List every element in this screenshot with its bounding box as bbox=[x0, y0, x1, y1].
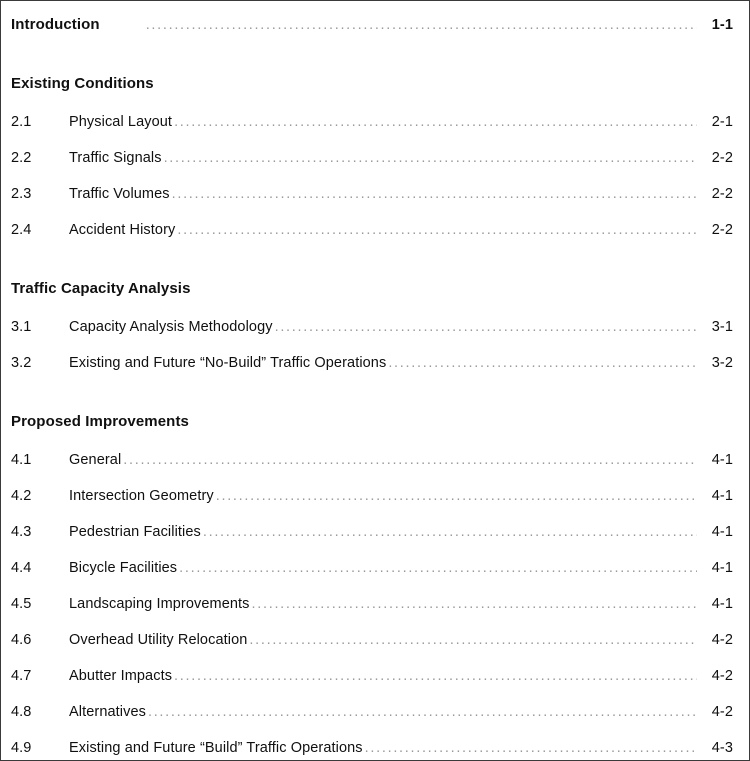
toc-section-row[interactable]: 4.2 Intersection Geometry 4-1 bbox=[11, 488, 733, 505]
toc-entry-page-number: 3-2 bbox=[711, 355, 733, 371]
toc-dot-leader bbox=[252, 597, 697, 613]
toc-section-row[interactable]: 2.2 Traffic Signals 2-2 bbox=[11, 150, 733, 167]
toc-entry-number: 4.4 bbox=[11, 560, 32, 576]
toc-entry-page-number: 1-1 bbox=[711, 17, 733, 33]
toc-chapter-row[interactable]: Traffic Capacity Analysis bbox=[11, 277, 733, 297]
toc-entry-page-number: 4-2 bbox=[711, 668, 733, 684]
toc-dot-leader bbox=[216, 489, 697, 505]
toc-entry-page-number: 2-2 bbox=[711, 186, 733, 202]
toc-dot-leader bbox=[146, 18, 697, 34]
toc-entry-title[interactable]: Traffic Signals bbox=[69, 150, 162, 166]
toc-entry-number: 2.4 bbox=[11, 222, 32, 238]
toc-section-row[interactable]: 2.3 Traffic Volumes 2-2 bbox=[11, 186, 733, 203]
toc-entry-title[interactable]: Traffic Capacity Analysis bbox=[11, 280, 191, 297]
toc-entry-page-number: 4-2 bbox=[711, 704, 733, 720]
toc-entry-page-number: 4-1 bbox=[711, 488, 733, 504]
toc-section-row[interactable]: 4.7 Abutter Impacts 4-2 bbox=[11, 668, 733, 685]
toc-chapter-row[interactable]: Introduction 1-1 bbox=[11, 16, 733, 34]
toc-entry-title[interactable]: Traffic Volumes bbox=[69, 186, 170, 202]
toc-entry-title[interactable]: Physical Layout bbox=[69, 114, 172, 130]
toc-entry-title[interactable]: Pedestrian Facilities bbox=[69, 524, 201, 540]
toc-entry-page-number: 4-3 bbox=[711, 740, 733, 756]
toc-entry-page-number: 4-1 bbox=[711, 452, 733, 468]
toc-section-row[interactable]: 4.8 Alternatives 4-2 bbox=[11, 704, 733, 721]
toc-dot-leader bbox=[177, 223, 697, 239]
toc-entry-title[interactable]: General bbox=[69, 452, 121, 468]
toc-list: Introduction 1-1 Existing Conditions 2.1 Phy… bbox=[1, 1, 749, 760]
toc-entry-page-number: 2-1 bbox=[711, 114, 733, 130]
toc-page: Introduction 1-1 Existing Conditions 2.1 Phy… bbox=[0, 0, 750, 761]
toc-entry-number: 3.2 bbox=[11, 355, 32, 371]
toc-entry-number: 4.7 bbox=[11, 668, 32, 684]
toc-chapter-row[interactable]: Proposed Improvements bbox=[11, 410, 733, 430]
toc-entry-title[interactable]: Accident History bbox=[69, 222, 175, 238]
toc-entry-page-number: 2-2 bbox=[711, 222, 733, 238]
toc-entry-number: 4.2 bbox=[11, 488, 32, 504]
toc-dot-leader bbox=[174, 669, 697, 685]
toc-entry-title[interactable]: Existing and Future “No-Build” Traffic O… bbox=[69, 355, 386, 371]
toc-dot-leader bbox=[164, 151, 697, 167]
toc-entry-number: 4.6 bbox=[11, 632, 32, 648]
toc-entry-page-number: 4-1 bbox=[711, 560, 733, 576]
toc-section-row[interactable]: 3.2 Existing and Future “No-Build” Traffi… bbox=[11, 355, 733, 372]
toc-entry-number: 4.9 bbox=[11, 740, 32, 756]
toc-entry-title[interactable]: Overhead Utility Relocation bbox=[69, 632, 247, 648]
toc-dot-leader bbox=[123, 453, 697, 469]
toc-entry-number: 4.3 bbox=[11, 524, 32, 540]
toc-entry-page-number: 4-1 bbox=[711, 596, 733, 612]
toc-dot-leader bbox=[148, 705, 697, 721]
toc-entry-title[interactable]: Bicycle Facilities bbox=[69, 560, 177, 576]
toc-entry-number: 4.1 bbox=[11, 452, 32, 468]
toc-entry-title[interactable]: Introduction bbox=[11, 16, 144, 33]
toc-entry-title[interactable]: Proposed Improvements bbox=[11, 413, 189, 430]
toc-dot-leader bbox=[193, 277, 697, 293]
toc-entry-title[interactable]: Landscaping Improvements bbox=[69, 596, 250, 612]
toc-entry-title[interactable]: Existing and Future “Build” Traffic Oper… bbox=[69, 740, 363, 756]
toc-entry-title[interactable]: Abutter Impacts bbox=[69, 668, 172, 684]
toc-dot-leader bbox=[179, 561, 697, 577]
toc-section-row[interactable]: 4.1 General 4-1 bbox=[11, 452, 733, 469]
toc-entry-number: 2.1 bbox=[11, 114, 32, 130]
toc-section-row[interactable]: 2.1 Physical Layout 2-1 bbox=[11, 114, 733, 131]
toc-entry-number: 2.3 bbox=[11, 186, 32, 202]
toc-entry-number: 3.1 bbox=[11, 319, 32, 335]
toc-dot-leader bbox=[249, 633, 697, 649]
toc-dot-leader bbox=[156, 72, 697, 88]
toc-dot-leader bbox=[191, 410, 697, 426]
toc-section-row[interactable]: 4.3 Pedestrian Facilities 4-1 bbox=[11, 524, 733, 541]
toc-dot-leader bbox=[388, 356, 697, 372]
toc-entry-number: 2.2 bbox=[11, 150, 32, 166]
toc-section-row[interactable]: 4.9 Existing and Future “Build” Traffic O… bbox=[11, 740, 733, 757]
toc-entry-title[interactable]: Capacity Analysis Methodology bbox=[69, 319, 273, 335]
toc-entry-page-number: 3-1 bbox=[711, 319, 733, 335]
toc-entry-number: 4.8 bbox=[11, 704, 32, 720]
toc-section-row[interactable]: 2.4 Accident History 2-2 bbox=[11, 222, 733, 239]
toc-entry-title[interactable]: Alternatives bbox=[69, 704, 146, 720]
toc-entry-page-number: 2-2 bbox=[711, 150, 733, 166]
toc-section-row[interactable]: 4.6 Overhead Utility Relocation 4-2 bbox=[11, 632, 733, 649]
toc-section-row[interactable]: 3.1 Capacity Analysis Methodology 3-1 bbox=[11, 319, 733, 336]
toc-entry-page-number: 4-1 bbox=[711, 524, 733, 540]
toc-dot-leader bbox=[174, 115, 697, 131]
toc-entry-number: 4.5 bbox=[11, 596, 32, 612]
toc-section-row[interactable]: 4.4 Bicycle Facilities 4-1 bbox=[11, 560, 733, 577]
toc-entry-title[interactable]: Intersection Geometry bbox=[69, 488, 214, 504]
toc-entry-page-number: 4-2 bbox=[711, 632, 733, 648]
toc-entry-title[interactable]: Existing Conditions bbox=[11, 75, 154, 92]
toc-section-row[interactable]: 4.5 Landscaping Improvements 4-1 bbox=[11, 596, 733, 613]
toc-dot-leader bbox=[275, 320, 697, 336]
toc-dot-leader bbox=[365, 741, 697, 757]
toc-dot-leader bbox=[172, 187, 697, 203]
toc-chapter-row[interactable]: Existing Conditions bbox=[11, 72, 733, 92]
toc-dot-leader bbox=[203, 525, 697, 541]
